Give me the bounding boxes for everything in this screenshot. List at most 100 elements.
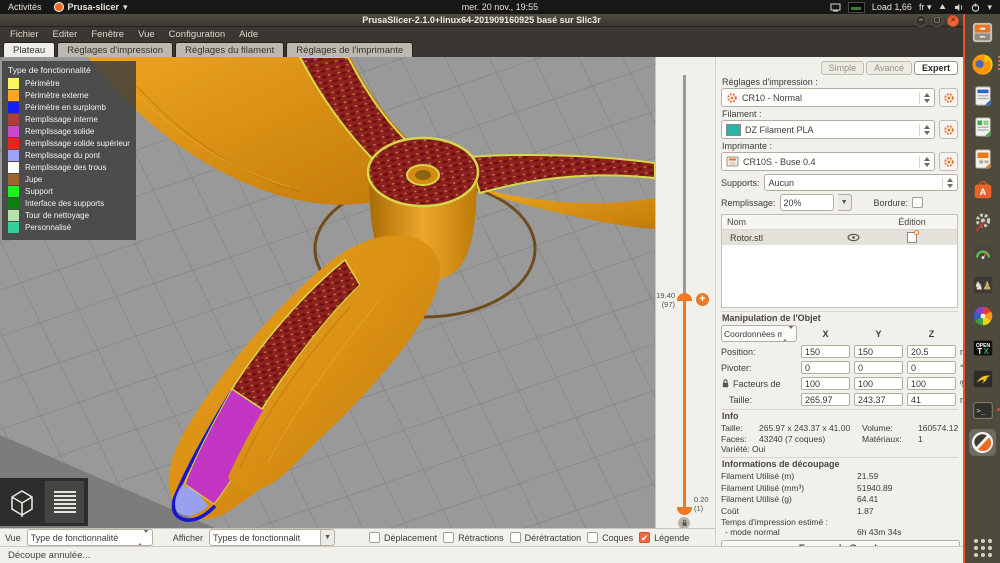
volume-icon (954, 3, 964, 12)
tab-plateau[interactable]: Plateau (3, 42, 55, 57)
print-settings-gear-button[interactable] (939, 88, 958, 107)
menu-editer[interactable]: Editer (53, 29, 78, 40)
show-select[interactable]: Types de fonctionnalit (209, 529, 321, 546)
dock-icon-eagle[interactable] (969, 366, 996, 393)
position-z-field[interactable] (907, 345, 956, 358)
dock-icon-chess[interactable]: ♞ ♟ (969, 271, 996, 298)
brim-checkbox[interactable] (912, 197, 923, 208)
dock-icon-opentx[interactable]: OPEN T X (969, 334, 996, 361)
mode-expert-button[interactable]: Expert (914, 61, 958, 75)
dock-icon-terminal[interactable]: >_ (969, 397, 996, 424)
edit-object-icon[interactable] (907, 232, 917, 243)
legend-color-swatch (8, 222, 19, 233)
show-dropdown-arrow[interactable]: ▼ (321, 529, 335, 546)
keyboard-layout-indicator[interactable]: fr ▾ (919, 2, 932, 13)
legend-checkbox[interactable]: ✔ (639, 532, 650, 543)
filament-gear-button[interactable] (939, 120, 958, 139)
object-manipulation-section: Manipulation de l'Objet Coordonnées mond… (721, 311, 958, 406)
scale-lock-icon[interactable] (721, 378, 730, 389)
status-message: Découpe annulée... (8, 550, 90, 561)
size-y-field[interactable] (854, 393, 903, 406)
layers-icon (50, 487, 80, 517)
tab-reglages-filament[interactable]: Réglages du filament (175, 42, 284, 57)
dock-icon-libreoffice-impress[interactable] (969, 145, 996, 172)
info-section: Info Taille: 265.97 x 243.37 x 41.00 Vol… (721, 409, 958, 454)
mode-simple-button[interactable]: Simple (821, 61, 865, 75)
filament-select[interactable]: DZ Filament PLA (721, 120, 935, 139)
3d-viewport[interactable]: Type de fonctionnalité Périmètre Périmèt… (0, 57, 655, 528)
legend-item: Périmètre (8, 78, 130, 89)
layer-slider-track-lower[interactable] (683, 300, 686, 514)
legend-color-swatch (8, 198, 19, 209)
layer-slider-track-upper[interactable] (683, 75, 686, 300)
mode-avance-button[interactable]: Avancé (866, 61, 912, 75)
printer-gear-button[interactable] (939, 152, 958, 171)
infill-dropdown-arrow[interactable]: ▼ (838, 194, 852, 211)
opentx-icon: OPEN T X (971, 336, 995, 360)
minimize-button[interactable]: – (915, 15, 927, 27)
size-z-field[interactable] (907, 393, 956, 406)
layer-slider-upper-handle[interactable] (677, 293, 692, 301)
impress-icon (971, 147, 995, 171)
window-title-bar[interactable]: PrusaSlicer-2.1.0+linux64-201909160925 b… (0, 14, 963, 27)
travel-checkbox[interactable] (369, 532, 380, 543)
view-select[interactable]: Type de fonctionnalité (27, 529, 153, 546)
layer-slider-lower-handle[interactable] (677, 507, 692, 515)
menu-vue[interactable]: Vue (138, 29, 155, 40)
dock-icon-libreoffice-calc[interactable] (969, 114, 996, 141)
shells-checkbox-row: Coques (587, 532, 633, 543)
supports-select[interactable]: Aucun (764, 174, 958, 191)
dock-icon-color-wheel[interactable] (969, 303, 996, 330)
print-settings-select[interactable]: CR10 - Normal (721, 88, 935, 107)
rotate-x-field[interactable] (801, 361, 850, 374)
maximize-button[interactable]: ▢ (931, 15, 943, 27)
rotate-z-field[interactable] (907, 361, 956, 374)
eye-icon[interactable] (847, 233, 860, 242)
dock-icon-firefox[interactable] (969, 51, 996, 78)
size-x-field[interactable] (801, 393, 850, 406)
layers-preview-button[interactable] (45, 481, 84, 523)
info-volume-label: Volume: (862, 423, 914, 433)
dock-icon-libreoffice-writer[interactable] (969, 82, 996, 109)
calc-icon (971, 115, 995, 139)
dock-icon-ubuntu-software[interactable]: A (969, 177, 996, 204)
gauge-icon (971, 241, 995, 265)
dock-icon-system-monitor[interactable] (969, 240, 996, 267)
system-menu-chevron[interactable]: ▾ (987, 2, 992, 13)
dock-icon-prusa-slicer[interactable] (969, 429, 996, 456)
scale-x-field[interactable] (801, 377, 850, 390)
dock-icon-settings-tools[interactable] (969, 208, 996, 235)
dock-icon-files[interactable] (969, 19, 996, 46)
menu-fenetre[interactable]: Fenêtre (91, 29, 124, 40)
scale-y-field[interactable] (854, 377, 903, 390)
shells-checkbox[interactable] (587, 532, 598, 543)
infill-select[interactable]: 20% (780, 194, 834, 211)
rotate-y-field[interactable] (854, 361, 903, 374)
close-button[interactable]: ✕ (947, 15, 959, 27)
tab-reglages-imprimante[interactable]: Réglages de l'imprimante (286, 42, 413, 57)
retractions-checkbox[interactable] (443, 532, 454, 543)
dock-app-grid-button[interactable] (974, 539, 992, 557)
menu-bar: Fichier Editer Fenêtre Vue Configuration… (0, 27, 963, 41)
ubuntu-dock: A ♞ ♟ (963, 14, 1000, 563)
print-settings-label: Réglages d'impression : (722, 77, 958, 87)
unretractions-checkbox[interactable] (510, 532, 521, 543)
position-x-field[interactable] (801, 345, 850, 358)
object-row-rotor[interactable]: Rotor.stl (722, 230, 957, 245)
axis-x-header: X (801, 329, 850, 339)
tab-reglages-impression[interactable]: Réglages d'impression (57, 42, 173, 57)
printer-select[interactable]: CR10S - Buse 0.4 (721, 152, 935, 171)
scale-z-field[interactable] (907, 377, 956, 390)
activities-button[interactable]: Activités (8, 2, 42, 12)
position-label: Position: (721, 347, 797, 357)
3d-view-button[interactable] (2, 481, 41, 523)
filament-used-mm3-value: 51940.89 (857, 483, 958, 493)
position-y-field[interactable] (854, 345, 903, 358)
menu-configuration[interactable]: Configuration (169, 29, 226, 40)
cpu-load-graph[interactable] (848, 2, 865, 13)
app-menu-button[interactable]: Prusa-slicer ▾ (54, 2, 128, 13)
coordinates-select[interactable]: Coordonnées mondiales (721, 325, 797, 342)
menu-fichier[interactable]: Fichier (10, 29, 39, 40)
menu-aide[interactable]: Aide (239, 29, 258, 40)
add-color-change-button[interactable]: + (696, 293, 709, 306)
